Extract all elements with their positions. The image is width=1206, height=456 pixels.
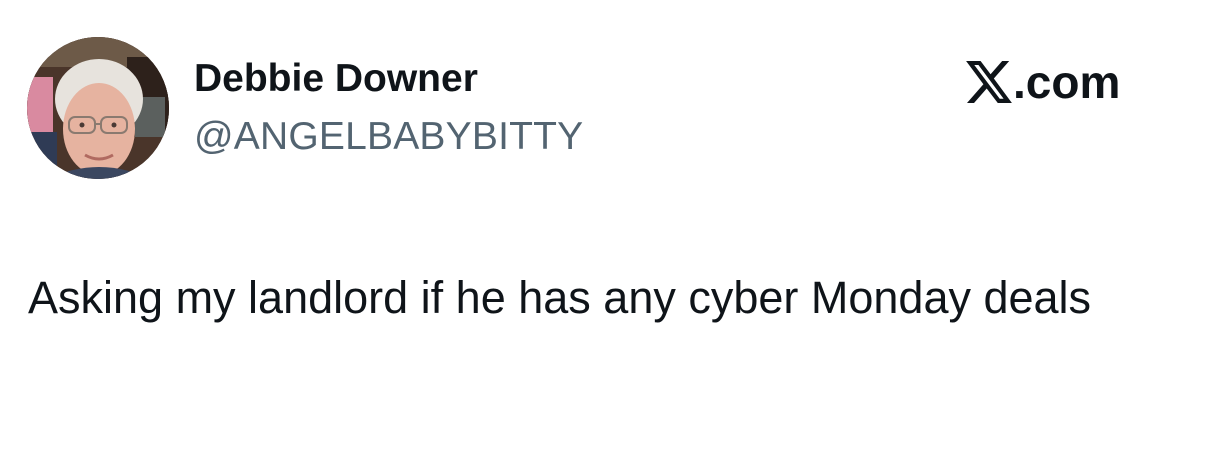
tweet-text: Asking my landlord if he has any cyber M…	[28, 272, 1092, 323]
x-com-brand: .com	[966, 56, 1120, 108]
profile-photo	[27, 37, 169, 179]
brand-domain-text: .com	[1013, 56, 1121, 108]
display-name[interactable]: Debbie Downer	[194, 56, 478, 102]
x-logo-icon	[966, 61, 1012, 103]
avatar[interactable]	[27, 37, 169, 179]
tweet-card: Debbie Downer @ANGELBABYBITTY .com Askin…	[0, 0, 1206, 456]
username-handle[interactable]: @ANGELBABYBITTY	[194, 114, 583, 160]
